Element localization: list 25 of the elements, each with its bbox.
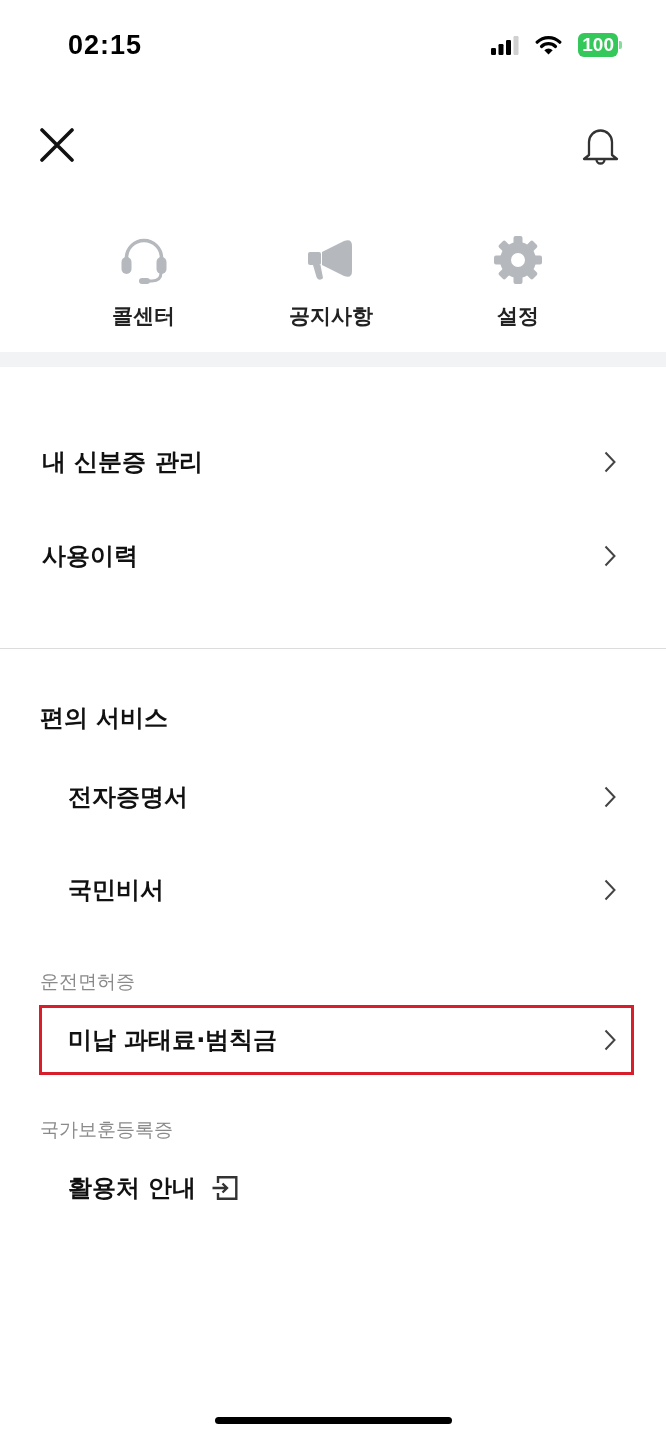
menu-item[interactable]: 전자증명서 [39, 762, 634, 832]
section-title: 편의 서비스 [40, 703, 169, 733]
shortcut-button[interactable]: 콜센터 [112, 235, 175, 352]
megaphone-icon [306, 237, 355, 283]
chevron-icon [604, 545, 616, 567]
menu-item[interactable]: 미납 과태료·범칙금 [39, 1005, 634, 1075]
enter-box-icon [211, 1175, 239, 1201]
shortcut-button[interactable]: 설정 [492, 235, 543, 352]
clock-time: 02:15 [68, 29, 143, 61]
chevron-icon [604, 879, 616, 901]
signal-icon [491, 35, 520, 55]
chevron-icon [604, 786, 616, 808]
close-icon[interactable] [40, 128, 74, 162]
category-label: 국가보훈등록증 [40, 1117, 173, 1142]
category-label: 운전면허증 [40, 969, 135, 994]
chevron-icon [604, 451, 616, 473]
gear-icon [492, 235, 543, 285]
battery-indicator: 100 [578, 33, 622, 57]
shortcut-button[interactable]: 공지사항 [288, 235, 373, 352]
menu-item[interactable]: 내 신분증 관리 [39, 427, 634, 497]
menu-item[interactable]: 활용처 안내 [39, 1153, 634, 1223]
menu-item[interactable]: 국민비서 [39, 855, 634, 925]
wifi-icon [535, 35, 563, 55]
chevron-icon [604, 1029, 616, 1051]
menu-item[interactable]: 사용이력 [39, 521, 634, 591]
